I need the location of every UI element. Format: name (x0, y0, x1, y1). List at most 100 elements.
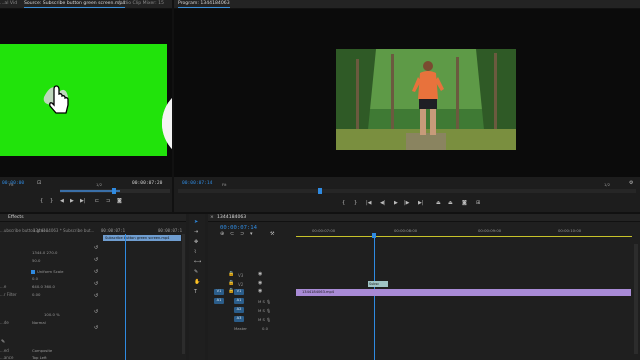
type-tool-icon[interactable]: T (194, 290, 197, 295)
reset-icon[interactable]: ↺ (94, 310, 98, 315)
prog-play-icon[interactable]: ▶ (394, 201, 398, 206)
blend-mode-select[interactable]: Normal (32, 320, 46, 325)
hand-tool-icon[interactable]: ✋ (194, 280, 200, 285)
source-patch-a1[interactable]: A1 (214, 298, 224, 304)
program-transport: { } |◀ ◀| ▶ |▶ ▶| ⏏ ⏏ ◙ ⊞ (342, 201, 522, 209)
tab-effects[interactable]: Effects (8, 215, 24, 220)
alignment-label: ...ance (0, 355, 14, 360)
camera-icon[interactable]: ◙ (117, 199, 122, 204)
source-scale-select[interactable]: 1/2 (96, 182, 102, 187)
mute-solo-a2[interactable]: M S 🎙 (258, 308, 271, 313)
reset-icon[interactable]: ↺ (94, 282, 98, 287)
razor-tool-icon[interactable]: ⌇ (194, 250, 196, 255)
slip-tool-icon[interactable]: ⟷ (194, 260, 201, 265)
program-scale-select[interactable]: 1/2 (604, 182, 610, 187)
lift-icon[interactable]: ⏏ (436, 201, 441, 206)
reset-icon[interactable]: ↺ (94, 246, 98, 251)
effects-clip-label[interactable]: 1344184063 * Subscribe but... (33, 228, 94, 233)
marker-icon[interactable]: ▾ (250, 232, 253, 237)
lock-icon[interactable]: 🔒 (228, 272, 234, 277)
selection-tool-icon[interactable]: ➤ (194, 220, 198, 225)
program-playhead-bar[interactable] (178, 188, 636, 194)
ruler-tick-label: 00:00:08:00 (394, 228, 418, 233)
eye-icon[interactable]: ◉ (258, 281, 262, 286)
track-select-icon[interactable]: ⇥ (194, 230, 198, 235)
prog-step-forward-icon[interactable]: |▶ (404, 201, 410, 206)
step-back-icon[interactable]: ◀ (60, 199, 64, 204)
track-target-v1[interactable]: V1 (234, 289, 244, 295)
lock-icon[interactable]: 🔒 (228, 281, 234, 286)
effects-scrollbar[interactable] (182, 234, 185, 354)
mute-solo-a3[interactable]: M S 🎙 (258, 317, 271, 322)
play-icon[interactable]: ▶ (70, 199, 74, 204)
program-frame (336, 49, 516, 150)
position-values[interactable]: 1344.0 270.0 (32, 250, 57, 255)
mute-solo-a1[interactable]: M S 🎙 (258, 299, 271, 304)
reset-icon[interactable]: ↺ (94, 258, 98, 263)
prog-mark-in-icon[interactable]: { (342, 201, 345, 206)
rotation-value[interactable]: 0.0 (32, 276, 38, 281)
subscribe-button-graphic (43, 85, 69, 114)
source-playhead-bar[interactable] (60, 188, 170, 194)
linked-selection-icon[interactable]: ⊃ (240, 232, 244, 237)
tab-sequence[interactable]: 1344184063 (217, 215, 246, 220)
uniform-scale-checkbox[interactable] (31, 270, 35, 274)
tab-source[interactable]: Source: Subscribe button green screen.mp… (24, 1, 126, 8)
tab-program[interactable]: Program: 1344184063 (178, 1, 230, 8)
track-target-a1[interactable]: A1 (234, 298, 244, 304)
timeline-playhead-line (374, 238, 375, 360)
close-icon[interactable]: × (210, 215, 214, 220)
green-screen-frame (0, 44, 167, 156)
comparison-view-icon[interactable]: ⊞ (476, 201, 480, 206)
insert-icon[interactable]: ⊏ (95, 199, 99, 204)
tab-audio-clip-mixer[interactable]: Audio Clip Mixer: 15 (118, 1, 164, 6)
reset-icon[interactable]: ↺ (94, 326, 98, 331)
timeline-ruler[interactable]: 00:00:07:00 00:00:08:00 00:00:09:00 00:0… (296, 226, 636, 240)
alignment-select[interactable]: Top Left (32, 355, 47, 360)
master-value[interactable]: 0.0 (262, 326, 268, 331)
source-patch-v1[interactable]: V1 (214, 289, 224, 295)
program-settings-icon[interactable]: ⚙ (629, 181, 633, 186)
flicker-filter-label: ...r Filter (0, 292, 17, 297)
nest-icon[interactable]: ⊕ (220, 232, 224, 237)
prog-step-back-icon[interactable]: ◀| (380, 201, 386, 206)
flicker-filter-value[interactable]: 0.00 (32, 292, 40, 297)
effects-playhead[interactable] (125, 234, 126, 360)
settings-icon[interactable]: ⊡ (37, 181, 41, 186)
pen-tool-icon[interactable]: ✎ (194, 270, 198, 275)
prog-go-out-icon[interactable]: ▶| (418, 201, 424, 206)
step-forward-icon[interactable]: ▶| (80, 199, 86, 204)
uniform-scale-label: Uniform Scale (37, 269, 64, 274)
eye-icon[interactable]: ◉ (258, 289, 262, 294)
snap-icon[interactable]: ⊂ (230, 232, 234, 237)
wrench-icon[interactable]: ⚒ (270, 232, 274, 237)
mark-in-icon[interactable]: { (40, 199, 43, 204)
blend-mode-label: ...de (0, 320, 9, 325)
timeline-scrollbar[interactable] (634, 244, 638, 354)
pen-icon[interactable]: ✎ (1, 340, 5, 345)
clip-v2-label: Subsc (369, 282, 380, 286)
effects-clip-bar[interactable]: Subscribe button green screen.mp4 (103, 235, 181, 241)
anchor-values[interactable]: 640.0 360.0 (32, 284, 55, 289)
prog-camera-icon[interactable]: ◙ (462, 201, 467, 206)
source-fit-select[interactable]: Fit (9, 182, 13, 187)
program-panel-tabbar: Program: 1344184063 (174, 0, 640, 9)
ripple-edit-icon[interactable]: ✥ (194, 240, 198, 245)
overwrite-icon[interactable]: ⊐ (106, 199, 110, 204)
prog-go-in-icon[interactable]: |◀ (366, 201, 372, 206)
clip-v2[interactable]: Subsc (368, 281, 388, 287)
program-zoom-select[interactable]: Fit (222, 182, 226, 187)
extract-icon[interactable]: ⏏ (448, 201, 453, 206)
mark-out-icon[interactable]: } (50, 199, 53, 204)
scale-value[interactable]: 50.0 (32, 258, 40, 263)
opacity-value[interactable]: 100.0 % (44, 312, 60, 317)
reset-icon[interactable]: ↺ (94, 294, 98, 299)
reset-icon[interactable]: ↺ (94, 270, 98, 275)
track-target-a3[interactable]: A3 (234, 316, 244, 322)
track-target-a2[interactable]: A2 (234, 307, 244, 313)
eye-icon[interactable]: ◉ (258, 272, 262, 277)
composite-select[interactable]: Composite (32, 348, 52, 353)
prog-mark-out-icon[interactable]: } (354, 201, 357, 206)
tab-previous[interactable]: ...al Vid (0, 1, 17, 6)
clip-v1[interactable]: 1344184063.mp4 (296, 289, 631, 296)
